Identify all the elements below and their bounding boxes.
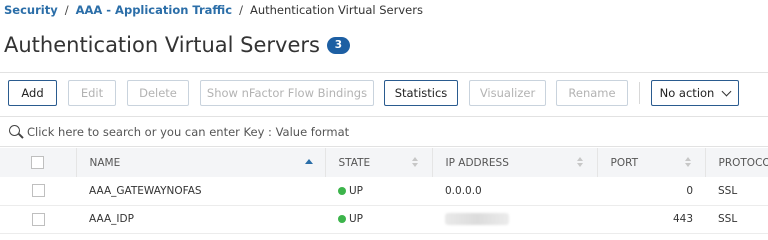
sort-icon — [576, 157, 585, 168]
column-label: STATE — [338, 156, 371, 169]
cell-ip-address — [432, 205, 597, 234]
cell-protocol: SSL — [705, 205, 768, 234]
row-select-cell — [0, 205, 76, 234]
row-checkbox[interactable] — [31, 212, 45, 226]
select-all-checkbox[interactable] — [31, 156, 45, 169]
statistics-button[interactable]: Statistics — [384, 80, 458, 106]
chevron-down-icon — [721, 86, 732, 96]
status-up-icon — [338, 215, 346, 223]
cell-name: AAA_IDP — [76, 205, 325, 234]
servers-table: NAME STATE IP ADDRESS PORT PROTOCOL AAA_… — [0, 148, 768, 234]
column-label: PROTOCOL — [718, 156, 768, 169]
column-header-ip-address[interactable]: IP ADDRESS — [432, 148, 598, 177]
column-header-port[interactable]: PORT — [597, 148, 706, 177]
cell-port: 443 — [597, 205, 705, 234]
state-label: UP — [349, 184, 364, 197]
sort-icon — [411, 157, 420, 168]
row-checkbox[interactable] — [31, 184, 45, 198]
state-label: UP — [349, 213, 364, 225]
column-label: NAME — [89, 156, 121, 169]
breadcrumb-separator: / — [239, 3, 243, 17]
toolbar-divider — [639, 82, 640, 104]
edit-button[interactable]: Edit — [68, 80, 116, 106]
visualizer-button[interactable]: Visualizer — [469, 80, 546, 106]
redacted-ip — [445, 213, 509, 225]
table-header-row: NAME STATE IP ADDRESS PORT PROTOCOL — [0, 148, 768, 177]
column-header-state[interactable]: STATE — [325, 148, 433, 177]
row-select-cell — [0, 177, 76, 206]
count-badge: 3 — [326, 36, 350, 54]
column-header-protocol[interactable]: PROTOCOL — [705, 148, 768, 177]
cell-ip-address: 0.0.0.0 — [432, 177, 597, 206]
breadcrumb-security[interactable]: Security — [4, 3, 58, 17]
cell-state: UP — [325, 177, 432, 206]
column-label: IP ADDRESS — [445, 156, 509, 169]
status-up-icon — [338, 186, 346, 195]
delete-button[interactable]: Delete — [127, 80, 189, 106]
breadcrumb-aaa-application-traffic[interactable]: AAA - Application Traffic — [76, 3, 233, 17]
cell-port: 0 — [597, 177, 705, 206]
action-select-value: No action — [659, 86, 715, 100]
search-bar — [0, 116, 768, 147]
cell-state: UP — [325, 205, 432, 234]
page-header: Authentication Virtual Servers 3 — [4, 33, 350, 57]
action-select[interactable]: No action — [651, 80, 739, 106]
breadcrumb: Security / AAA - Application Traffic / Authe… — [4, 3, 423, 17]
sort-ascending-icon — [304, 159, 313, 164]
rename-button[interactable]: Rename — [556, 80, 628, 106]
select-all-header — [0, 148, 77, 177]
table-row[interactable]: AAA_GATEWAYNOFAS UP 0.0.0.0 0 SSL — [0, 177, 768, 206]
add-button[interactable]: Add — [8, 80, 57, 106]
column-label: PORT — [610, 156, 639, 169]
toolbar: Add Edit Delete Show nFactor Flow Bindin… — [0, 72, 768, 116]
cell-name: AAA_GATEWAYNOFAS — [76, 177, 325, 206]
search-input[interactable] — [27, 124, 727, 139]
sort-icon — [684, 157, 693, 168]
breadcrumb-current: Authentication Virtual Servers — [249, 3, 423, 17]
table-row[interactable]: AAA_IDP UP 443 SSL — [0, 205, 768, 234]
column-header-name[interactable]: NAME — [76, 148, 326, 177]
breadcrumb-separator: / — [64, 3, 69, 17]
page-title: Authentication Virtual Servers — [4, 33, 320, 57]
cell-protocol: SSL — [705, 177, 768, 206]
search-icon — [9, 124, 24, 139]
show-nfactor-flow-bindings-button[interactable]: Show nFactor Flow Bindings — [200, 80, 374, 106]
